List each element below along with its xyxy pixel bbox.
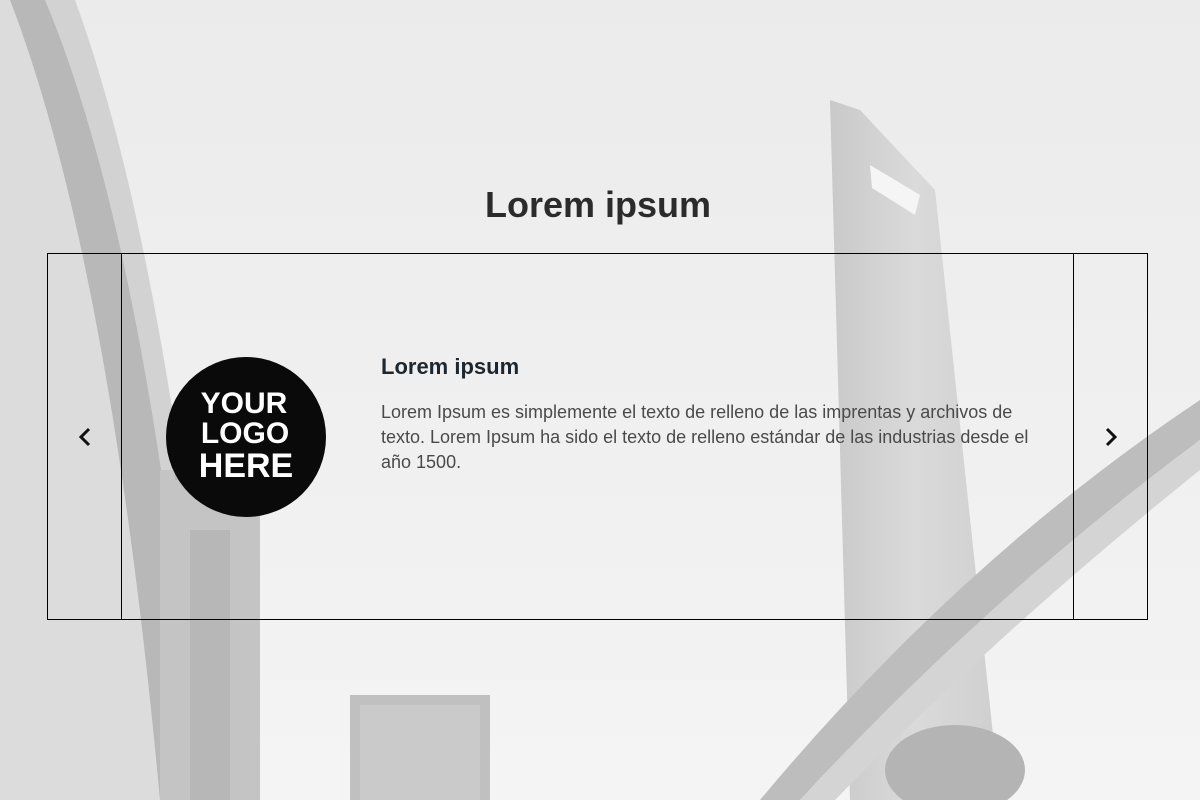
slide-description: Lorem Ipsum es simplemente el texto de r… bbox=[381, 402, 1029, 472]
carousel-slide: YOUR LOGO HERE Lorem ipsum Lorem Ipsum e… bbox=[122, 254, 1073, 619]
chevron-right-icon bbox=[1105, 427, 1117, 446]
chevron-left-icon bbox=[78, 427, 90, 446]
testimonial-carousel: YOUR LOGO HERE Lorem ipsum Lorem Ipsum e… bbox=[47, 253, 1148, 620]
company-logo: YOUR LOGO HERE bbox=[166, 357, 326, 517]
logo-line-1: YOUR bbox=[201, 387, 288, 420]
logo-line-2: LOGO bbox=[201, 417, 289, 450]
logo-line-3: HERE bbox=[199, 447, 293, 485]
slide-title: Lorem ipsum bbox=[381, 354, 520, 379]
carousel-prev-button[interactable] bbox=[48, 254, 122, 619]
carousel-next-button[interactable] bbox=[1073, 254, 1147, 619]
page-title: Lorem ipsum bbox=[484, 184, 712, 226]
